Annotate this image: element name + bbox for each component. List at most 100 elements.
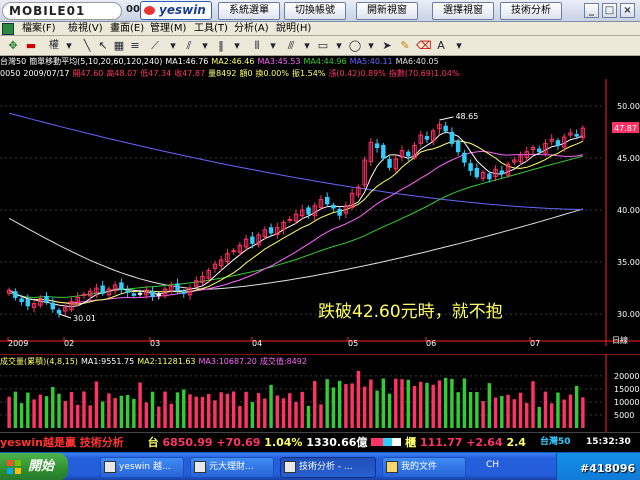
- otc-value: 111.77: [419, 436, 463, 449]
- taskbar-item-yeswin[interactable]: yeswin 越...: [100, 457, 184, 478]
- volume-bar: [437, 380, 442, 428]
- volume-bar: [113, 397, 117, 428]
- ellipse-icon[interactable]: ◯: [348, 39, 362, 53]
- taskbar-item-documents[interactable]: 我的文件: [382, 457, 466, 478]
- task-label: 技術分析 - ...: [299, 462, 353, 472]
- drawing-toolbar: ✥ ▬ 權 ▾ ╲ ↖ ▦ ≡ ⟋ ▾ ⫽ ▾ ‖ ▾ ⦀ ▾ ⫻ ▾ ▭ ▾ …: [0, 36, 640, 56]
- volume-bar: [381, 378, 386, 428]
- taskbar-item-technical[interactable]: 技術分析 - ...: [280, 457, 376, 478]
- eraser-icon[interactable]: ⌫: [416, 39, 432, 53]
- taiex-change: +70.69: [216, 436, 261, 449]
- volume-bar: [107, 393, 111, 428]
- chevron-down-icon[interactable]: ▾: [266, 39, 280, 53]
- text-tool-icon[interactable]: A: [434, 39, 448, 53]
- task-label: 元大理財...: [209, 462, 254, 472]
- delete-icon[interactable]: ▬: [24, 39, 38, 53]
- vertical-lines-icon[interactable]: ‖: [214, 39, 228, 53]
- rights-dropdown[interactable]: 權: [44, 39, 64, 53]
- chevron-down-icon[interactable]: ▾: [452, 39, 466, 53]
- candle-body: [50, 302, 55, 310]
- mobile01-logo: MOBILE01: [2, 2, 122, 20]
- chevron-down-icon[interactable]: ▾: [230, 39, 244, 53]
- chevron-down-icon[interactable]: ▾: [364, 39, 378, 53]
- volume-bar: [294, 401, 298, 428]
- volume-bar: [206, 394, 211, 428]
- minimize-icon[interactable]: _: [584, 3, 599, 18]
- taiex-value: 6850.99: [162, 436, 213, 449]
- volume-tick-label: 5000: [614, 411, 634, 420]
- axis-unit-label: 日線: [612, 335, 628, 345]
- candle-body: [374, 143, 380, 149]
- pencil-icon[interactable]: ✎: [398, 39, 412, 53]
- price-tick-label: 45.00: [617, 154, 640, 163]
- volume-bar: [88, 405, 92, 428]
- price-chart[interactable]: 48.65 30.01 日線 50.00 45.00 40.00 35.00 30.00 4…: [0, 79, 640, 346]
- otc-change: +2.64: [466, 436, 503, 449]
- menu-screen[interactable]: 畫面(E): [110, 22, 144, 36]
- candle-body: [100, 285, 105, 294]
- volume-bar: [263, 398, 267, 428]
- menu-file[interactable]: 檔案(F): [22, 22, 56, 36]
- chevron-down-icon[interactable]: ▾: [300, 39, 314, 53]
- folder-icon: [386, 461, 398, 473]
- volume-chart[interactable]: 20000 15000 10000 5000: [0, 354, 640, 432]
- select-window-button[interactable]: 選擇視窗: [432, 2, 494, 20]
- chevron-down-icon[interactable]: ▾: [198, 39, 212, 53]
- volume-bar: [244, 391, 248, 428]
- x-tick-label: 03: [150, 339, 160, 346]
- menu-tools[interactable]: 工具(T): [194, 22, 228, 36]
- candle-body: [537, 148, 542, 153]
- high-marker-label: 48.65: [455, 112, 478, 121]
- rectangle-icon[interactable]: ▭: [316, 39, 330, 53]
- chart-annotation: 跌破42.60元時，就不抱: [318, 302, 503, 322]
- ticker-text: yeswin越是贏 技術分析: [0, 436, 124, 449]
- bars-icon[interactable]: ⦀: [250, 39, 264, 53]
- volume-bar: [169, 403, 173, 428]
- move-icon[interactable]: ✥: [6, 39, 20, 53]
- start-button[interactable]: 開始: [0, 453, 68, 480]
- volume-bar: [394, 378, 398, 428]
- volume-bar: [225, 393, 230, 428]
- volume-bar: [325, 379, 329, 428]
- maximize-icon[interactable]: □: [602, 3, 617, 18]
- candle-body: [487, 173, 492, 180]
- fibonacci-icon[interactable]: ≡: [128, 39, 142, 53]
- menu-analysis[interactable]: 分析(A): [234, 22, 269, 36]
- arrow-icon[interactable]: ➤: [380, 39, 394, 53]
- candle-body: [387, 159, 392, 168]
- grid-tool-icon[interactable]: ▦: [112, 39, 126, 53]
- technical-analysis-button[interactable]: 技術分析: [500, 2, 562, 20]
- volume-bar: [468, 391, 473, 428]
- system-menu-button[interactable]: 系統選單: [218, 2, 280, 20]
- document-icon[interactable]: [2, 23, 14, 35]
- volume-bar: [119, 395, 124, 428]
- language-indicator[interactable]: CH: [486, 460, 499, 470]
- new-window-button[interactable]: 開新視窗: [356, 2, 418, 20]
- amount-value: 額0: [239, 69, 253, 78]
- line-tool-icon[interactable]: ╲: [80, 39, 94, 53]
- menu-help[interactable]: 說明(H): [276, 22, 311, 36]
- volume-bar: [350, 383, 354, 428]
- chevron-down-icon[interactable]: ▾: [62, 39, 76, 53]
- volume-bar: [456, 392, 460, 428]
- volume-bar: [19, 403, 24, 428]
- chart-app-icon: [284, 461, 296, 473]
- close-icon[interactable]: ×: [620, 3, 635, 18]
- volume-bar: [44, 396, 49, 428]
- candle-body: [474, 167, 480, 178]
- channel-icon[interactable]: ⫽: [182, 39, 196, 53]
- parallel-icon[interactable]: ⫻: [284, 39, 298, 53]
- cursor-icon[interactable]: ↖: [96, 39, 110, 53]
- menu-manage[interactable]: 管理(M): [150, 22, 186, 36]
- candle-body: [468, 163, 473, 171]
- taskbar-item-yuanta[interactable]: 元大理財...: [190, 457, 274, 478]
- chevron-down-icon[interactable]: ▾: [332, 39, 346, 53]
- chevron-down-icon[interactable]: ▾: [166, 39, 180, 53]
- switch-account-button[interactable]: 切換帳號: [284, 2, 346, 20]
- menu-view[interactable]: 檢視(V): [68, 22, 103, 36]
- volume-bar: [32, 399, 36, 428]
- trendline-icon[interactable]: ⟋: [148, 39, 162, 53]
- volume-bar: [419, 381, 423, 428]
- ma2-value: MA2:46.46: [211, 57, 255, 66]
- volume-bar: [231, 391, 236, 428]
